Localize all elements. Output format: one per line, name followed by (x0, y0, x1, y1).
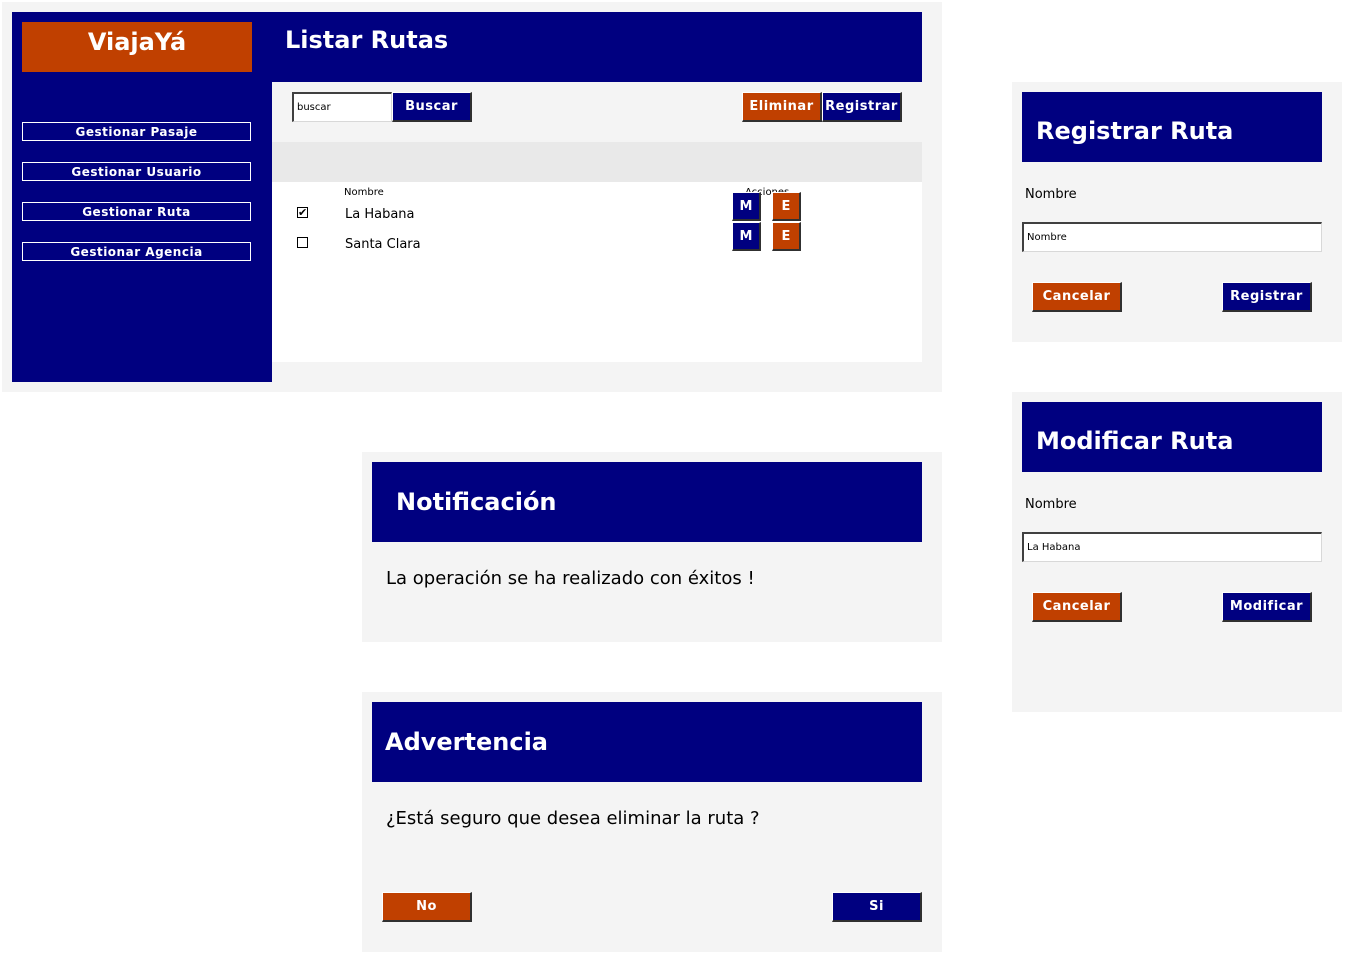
submit-label: Registrar (1230, 289, 1303, 304)
delete-row-button[interactable]: E (772, 222, 801, 251)
row-checkbox[interactable] (297, 237, 308, 248)
warning-dialog-header: Advertencia (372, 702, 922, 782)
submit-label: Modificar (1229, 599, 1304, 614)
warning-message: ¿Está seguro que desea eliminar la ruta … (386, 808, 760, 829)
modify-name-input[interactable]: La Habana (1022, 532, 1322, 562)
sidebar-item-label: Gestionar Usuario (71, 164, 202, 179)
brand-logo: ViajaYá (22, 22, 252, 72)
sidebar-item-label: Gestionar Agencia (70, 244, 203, 259)
notification-dialog-title: Notificación (396, 488, 557, 516)
modify-dialog-title: Modificar Ruta (1036, 427, 1234, 455)
search-button-label: Buscar (405, 99, 458, 114)
warning-no-button[interactable]: No (382, 892, 472, 922)
cancel-label: Cancelar (1042, 599, 1111, 614)
search-input-value: buscar (297, 102, 331, 113)
register-submit-button[interactable]: Registrar (1222, 282, 1312, 312)
delete-button[interactable]: Eliminar (742, 92, 822, 122)
sidebar-item-usuario[interactable]: Gestionar Usuario (22, 162, 251, 181)
sidebar-item-label: Gestionar Ruta (82, 204, 191, 219)
notification-message: La operación se ha realizado con éxitos … (386, 568, 755, 589)
delete-row-button[interactable]: E (772, 192, 801, 221)
table-header-band (272, 142, 922, 182)
register-cancel-button[interactable]: Cancelar (1032, 282, 1122, 312)
register-button[interactable]: Registrar (822, 92, 902, 122)
yes-label: Si (869, 899, 884, 914)
modify-name-value: La Habana (1027, 542, 1081, 553)
search-input[interactable]: buscar (292, 92, 392, 122)
register-button-label: Registrar (825, 99, 898, 114)
sidebar-item-pasaje[interactable]: Gestionar Pasaje (22, 122, 251, 141)
register-field-label: Nombre (1025, 187, 1077, 202)
modify-field-label: Nombre (1025, 497, 1077, 512)
modify-label: M (739, 198, 753, 214)
row-name: La Habana (345, 207, 415, 222)
search-button[interactable]: Buscar (392, 92, 472, 122)
register-dialog-header: Registrar Ruta (1022, 92, 1322, 162)
column-header-name: Nombre (344, 187, 384, 198)
page-title: Listar Rutas (285, 26, 449, 54)
page-header: Listar Rutas (272, 12, 922, 82)
warning-dialog-title: Advertencia (385, 728, 548, 756)
delete-button-label: Eliminar (749, 99, 814, 114)
cancel-label: Cancelar (1042, 289, 1111, 304)
warning-yes-button[interactable]: Si (832, 892, 922, 922)
modify-label: M (739, 228, 753, 244)
no-label: No (416, 899, 437, 914)
brand-name: ViajaYá (87, 28, 187, 56)
register-name-value: Nombre (1027, 232, 1067, 243)
sidebar-item-label: Gestionar Pasaje (75, 124, 198, 139)
register-name-input[interactable]: Nombre (1022, 222, 1322, 252)
sidebar-item-ruta[interactable]: Gestionar Ruta (22, 202, 251, 221)
register-dialog-title: Registrar Ruta (1036, 117, 1234, 145)
modify-submit-button[interactable]: Modificar (1222, 592, 1312, 622)
modify-button[interactable]: M (732, 192, 761, 221)
modify-cancel-button[interactable]: Cancelar (1032, 592, 1122, 622)
row-name: Santa Clara (345, 237, 421, 252)
delete-label: E (781, 198, 791, 214)
modify-dialog-header: Modificar Ruta (1022, 402, 1322, 472)
delete-label: E (781, 228, 791, 244)
modify-button[interactable]: M (732, 222, 761, 251)
sidebar-item-agencia[interactable]: Gestionar Agencia (22, 242, 251, 261)
row-checkbox[interactable]: ✔ (297, 207, 308, 218)
notification-dialog-header: Notificación (372, 462, 922, 542)
